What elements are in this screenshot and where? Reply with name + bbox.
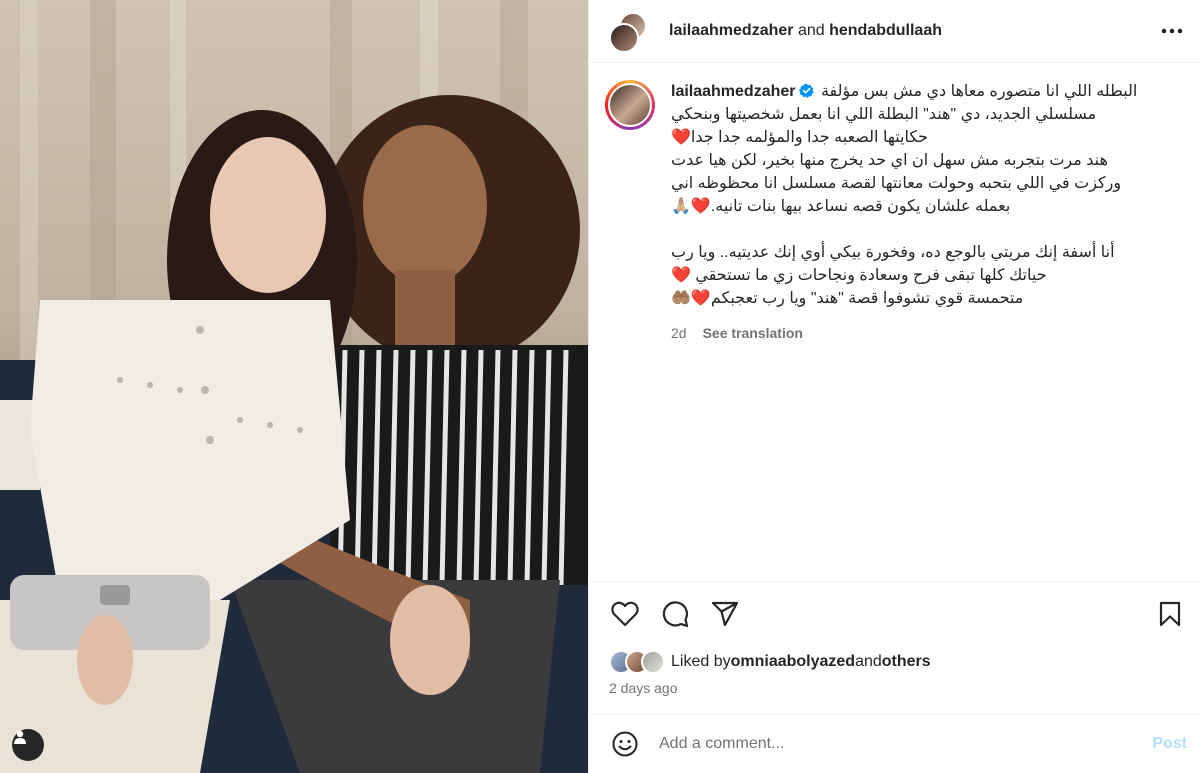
share-button[interactable] xyxy=(709,598,741,630)
liker-username[interactable]: omniaabolyazed xyxy=(731,653,855,671)
comment-input[interactable] xyxy=(659,735,1153,753)
post-actions xyxy=(609,598,1186,630)
author-avatar[interactable] xyxy=(609,23,639,53)
liker-avatar[interactable] xyxy=(641,650,665,674)
see-translation-link[interactable]: See translation xyxy=(703,322,803,345)
likes-connector: and xyxy=(855,653,882,670)
caption-area: lailaahmedzaher البطله اللي انا متصوره م… xyxy=(589,64,1200,582)
photo-illustration xyxy=(0,0,588,773)
comment-icon xyxy=(662,601,689,628)
like-button[interactable] xyxy=(609,598,641,630)
post-author-names: lailaahmedzaher and hendabdullaah xyxy=(669,22,1160,40)
share-icon xyxy=(711,601,739,627)
collaborator-username[interactable]: hendabdullaah xyxy=(829,22,942,39)
bookmark-icon xyxy=(1159,601,1181,627)
caption-text-line: مسلسلي الجديد، دي "هند" البطلة اللي انا … xyxy=(671,106,1097,123)
caption-text-line: وركزت في اللي بتحبه وحولت معانتها لقصة م… xyxy=(671,175,1122,192)
post-photo[interactable] xyxy=(0,0,588,773)
likes-others-link[interactable]: others xyxy=(882,653,931,671)
save-button[interactable] xyxy=(1154,598,1186,630)
post-header: lailaahmedzaher and hendabdullaah xyxy=(589,0,1200,63)
verified-badge-icon xyxy=(798,83,814,98)
emoji-button[interactable] xyxy=(609,728,641,760)
caption-text-line: أنا أسفة إنك مريتي بالوجع ده، وفخورة بيك… xyxy=(671,244,1115,261)
caption-text-line: بعمله علشان يكون قصه نساعد بيها بنات تان… xyxy=(671,198,1011,215)
caption-text-line: حياتك كلها تبقى فرح وسعادة ونجاحات زي ما… xyxy=(671,267,1047,284)
caption-text-line: متحمسة قوي تشوفوا قصة "هند" ويا رب تعجبك… xyxy=(671,290,1024,307)
caption-age[interactable]: 2d xyxy=(671,322,687,345)
likes-prefix: Liked by xyxy=(671,653,731,670)
caption-text-line: البطله اللي انا متصوره معاها دي مش بس مؤ… xyxy=(820,83,1138,100)
emoji-icon xyxy=(612,731,638,757)
comment-button[interactable] xyxy=(659,598,691,630)
caption-text-line: هند مرت بتجربه مش سهل ان اي حد يخرج منها… xyxy=(671,152,1108,169)
caption-avatar[interactable] xyxy=(605,80,655,130)
header-connector: and xyxy=(793,22,830,39)
caption-meta: 2d See translation xyxy=(671,322,1185,345)
comment-bar: Post xyxy=(589,714,1200,773)
more-options-icon xyxy=(1161,28,1183,34)
caption-text-line: حكايتها الصعبه جدا والمؤلمه جدا جدا❤️ xyxy=(671,129,929,146)
user-tag-button[interactable] xyxy=(12,729,44,761)
caption: lailaahmedzaher البطله اللي انا متصوره م… xyxy=(589,64,1200,345)
post-details-panel: lailaahmedzaher and hendabdullaah lailaa… xyxy=(588,0,1200,773)
caption-body: lailaahmedzaher البطله اللي انا متصوره م… xyxy=(671,80,1185,345)
liker-avatars[interactable] xyxy=(609,650,665,674)
heart-icon xyxy=(611,601,639,627)
likes-summary: Liked by omniaabolyazed and others xyxy=(609,650,931,674)
post-comment-button[interactable]: Post xyxy=(1152,735,1187,753)
post-timestamp[interactable]: 2 days ago xyxy=(609,680,678,696)
author-username[interactable]: lailaahmedzaher xyxy=(669,22,794,39)
user-tag-icon xyxy=(14,730,26,744)
more-options-button[interactable] xyxy=(1160,19,1184,43)
caption-username[interactable]: lailaahmedzaher xyxy=(671,83,796,100)
collab-avatars[interactable] xyxy=(609,10,651,53)
